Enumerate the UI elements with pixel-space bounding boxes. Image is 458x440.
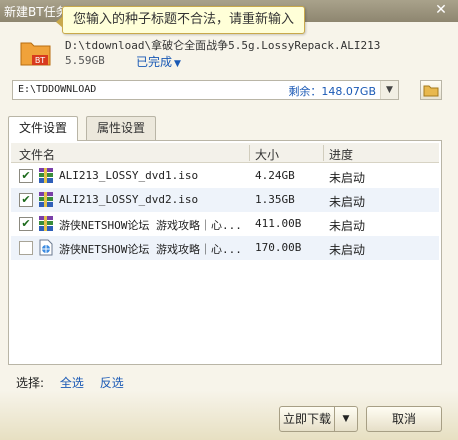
rar-archive-icon: [38, 191, 54, 208]
invert-selection-link[interactable]: 反选: [100, 376, 124, 390]
file-size: 1.35GB: [255, 193, 295, 206]
download-now-button[interactable]: 立即下载: [279, 406, 335, 432]
file-checkbox[interactable]: ✔: [19, 169, 33, 183]
select-all-link[interactable]: 全选: [60, 376, 84, 390]
chevron-down-icon: ▼: [342, 414, 350, 424]
validation-tooltip: 您输入的种子标题不合法，请重新输入: [55, 6, 306, 34]
column-divider: [323, 145, 324, 161]
close-icon[interactable]: ✕: [432, 1, 450, 19]
table-row[interactable]: 游侠NETSHOW论坛 游戏攻略｜心... 170.00B 未启动: [11, 236, 439, 260]
browse-folder-button[interactable]: [420, 80, 442, 100]
tab-property-settings[interactable]: 属性设置: [86, 116, 157, 140]
file-size: 4.24GB: [255, 169, 295, 182]
free-space-label: 剩余：148.07GB: [288, 85, 376, 98]
list-header: 文件名 大小 进度: [11, 143, 439, 163]
file-list: 文件名 大小 进度 ✔ ALI213_LOSSY_dvd1.iso 4.24GB…: [8, 140, 442, 365]
torrent-size: 5.59GB: [65, 54, 105, 67]
rar-archive-icon: [38, 167, 54, 184]
table-row[interactable]: ✔ ALI213_LOSSY_dvd1.iso 4.24GB 未启动: [11, 164, 439, 188]
bt-folder-icon: BT: [20, 37, 52, 67]
web-shortcut-icon: [38, 239, 54, 256]
save-path-value: E:\TDDOWNLOAD: [18, 84, 97, 95]
save-path-combobox[interactable]: E:\TDDOWNLOAD 剩余：148.07GB ▼: [12, 80, 399, 100]
selection-label: 选择:: [16, 376, 45, 390]
file-progress: 未启动: [329, 219, 366, 233]
column-divider: [249, 145, 250, 161]
status-label: 已完成: [136, 55, 173, 69]
chevron-down-icon[interactable]: ▼: [380, 81, 398, 99]
column-header-size[interactable]: 大小: [255, 146, 279, 163]
rar-archive-icon: [38, 215, 54, 232]
column-header-name[interactable]: 文件名: [19, 146, 55, 163]
svg-text:BT: BT: [35, 56, 45, 65]
table-row[interactable]: ✔ 游侠NETSHOW论坛 游戏攻略｜心... 411.00B 未启动: [11, 212, 439, 236]
file-size: 411.00B: [255, 217, 302, 230]
file-name: 游侠NETSHOW论坛 游戏攻略｜心...: [59, 219, 242, 232]
column-header-progress[interactable]: 进度: [329, 146, 353, 163]
file-checkbox[interactable]: ✔: [19, 217, 33, 231]
folder-icon: [423, 85, 439, 97]
file-name: ALI213_LOSSY_dvd2.iso: [59, 193, 199, 206]
table-row[interactable]: ✔ ALI213_LOSSY_dvd2.iso 1.35GB 未启动: [11, 188, 439, 212]
file-size: 170.00B: [255, 241, 302, 254]
file-progress: 未启动: [329, 195, 366, 209]
file-progress: 未启动: [329, 171, 366, 185]
tab-file-settings[interactable]: 文件设置: [8, 116, 79, 141]
selection-controls: 选择: 全选 反选: [16, 374, 124, 391]
file-progress: 未启动: [329, 243, 366, 257]
cancel-button[interactable]: 取消: [366, 406, 442, 432]
torrent-path: D:\tdownload\拿破仑全面战争5.5g.LossyRepack.ALI…: [65, 39, 381, 52]
file-name: 游侠NETSHOW论坛 游戏攻略｜心...: [59, 243, 242, 256]
file-checkbox[interactable]: [19, 241, 33, 255]
download-options-button[interactable]: ▼: [334, 406, 358, 432]
status-dropdown[interactable]: 已完成 ▼: [136, 53, 181, 70]
file-checkbox[interactable]: ✔: [19, 193, 33, 207]
chevron-down-icon: ▼: [174, 59, 181, 69]
file-name: ALI213_LOSSY_dvd1.iso: [59, 169, 199, 182]
